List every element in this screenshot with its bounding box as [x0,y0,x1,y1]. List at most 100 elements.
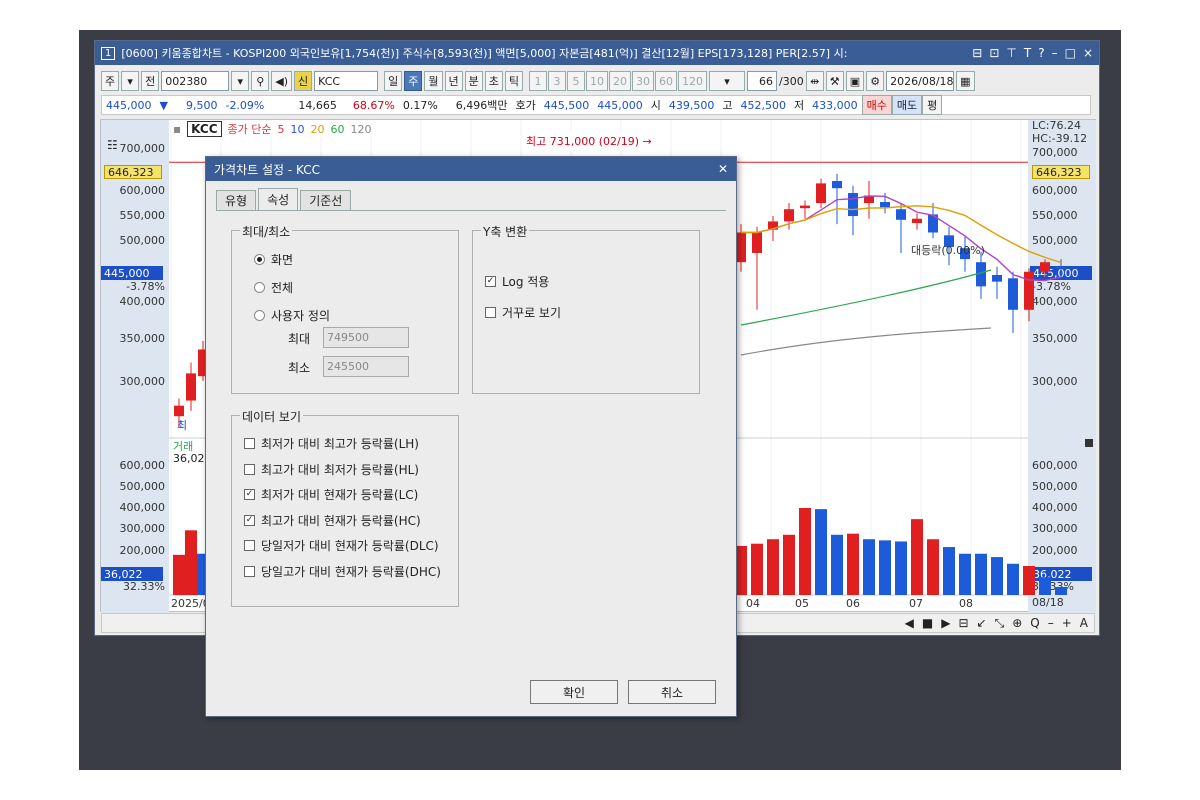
statusbar-tool-2-icon[interactable]: ▶ [941,616,950,631]
calendar-icon[interactable]: ▦ [956,71,975,91]
option-label: 최저가 대비 현재가 등락률(LC) [261,488,419,502]
window-control-2-icon[interactable]: ⊤ [1006,46,1016,60]
save-icon[interactable]: ▣ [845,71,865,91]
search-icon[interactable]: ⚲ [251,71,270,91]
checkbox-icon[interactable] [244,540,255,551]
yopts-item-1[interactable]: 거꾸로 보기 [485,304,561,321]
window-control-6-icon[interactable]: □ [1065,46,1076,60]
x-label-0: 2025/0 [171,597,210,610]
minmax-option-1[interactable]: 전체 [254,279,293,296]
dataopts-item-2[interactable]: ✓ 최저가 대비 현재가 등락률(LC) [244,486,418,503]
dropdown-icon[interactable]: ▾ [121,71,140,91]
period-button-0[interactable]: 일 [384,71,403,91]
yopts-item-0[interactable]: ✓ Log 적용 [485,273,549,290]
statusbar-tool-10-icon[interactable]: A [1080,616,1088,631]
dataopts-item-0[interactable]: 최저가 대비 최고가 등락률(LH) [244,435,419,452]
statusbar-tool-9-icon[interactable]: + [1062,616,1072,631]
stock-code-input[interactable]: 002380 [161,71,230,91]
count-total: /300 [779,74,804,88]
window-control-3-icon[interactable]: T [1024,46,1031,60]
interval-buttons: 1 3 5 10 20 30 60 120 [529,71,708,91]
buy-button[interactable]: 매수 [861,95,892,115]
interval-dropdown[interactable]: ▾ [709,71,746,91]
interval-button-5[interactable]: 5 [567,71,586,91]
window-control-0-icon[interactable]: ⊟ [972,46,982,60]
window-control-7-icon[interactable]: × [1083,46,1093,60]
stock-name-field[interactable]: KCC [314,71,379,91]
checkbox-icon[interactable] [244,565,255,577]
statusbar-tool-1-icon[interactable]: ■ [922,616,933,631]
candle-body [832,181,842,189]
cancel-button[interactable]: 취소 [628,680,716,704]
checkbox-icon[interactable]: ✓ [485,276,496,287]
minmax-option-2[interactable]: 사용자 정의 [254,307,330,324]
low-annotation: 최 [177,419,188,432]
eval-button[interactable]: 평 [922,95,943,115]
date-input[interactable]: 2026/08/18 [886,71,955,91]
zoom-icon[interactable]: ⇹ [805,71,824,91]
rise-annotation: 대등락(0.00%) [911,244,985,257]
period-button-4[interactable]: 분 [464,71,483,91]
interval-button-30[interactable]: 30 [632,71,655,91]
down-arrow-icon: ▼ [159,98,168,112]
market-select[interactable]: 주 [101,71,120,91]
volume-close-icon[interactable] [1085,439,1093,447]
period-button-6[interactable]: 틱 [504,71,524,91]
close-icon[interactable]: ✕ [718,162,728,176]
interval-button-3[interactable]: 3 [548,71,567,91]
radio-icon[interactable] [254,310,265,321]
interval-button-20[interactable]: 20 [609,71,632,91]
new-badge[interactable]: 신 [294,71,313,91]
tab-0[interactable]: 유형 [216,190,257,210]
statusbar-tool-5-icon[interactable]: ⤡ [995,616,1005,631]
checkbox-icon[interactable] [244,438,255,449]
window-control-1-icon[interactable]: ⊡ [989,46,999,60]
statusbar-tool-8-icon[interactable]: – [1048,616,1054,631]
window-control-4-icon[interactable]: ? [1038,46,1044,60]
tool-icon[interactable]: ⚒ [825,71,844,91]
ma-period-10: 10 [290,122,305,136]
radio-icon[interactable] [254,282,265,293]
statusbar-tool-6-icon[interactable]: ⊕ [1012,616,1022,631]
statusbar-tool-3-icon[interactable]: ⊟ [958,616,968,631]
count-input[interactable]: 66 [747,71,778,91]
period-button-3[interactable]: 년 [444,71,463,91]
statusbar-tool-7-icon[interactable]: Q [1030,616,1039,631]
dataopts-item-3[interactable]: ✓ 최고가 대비 현재가 등락률(HC) [244,512,421,529]
tab-2[interactable]: 기준선 [300,190,352,210]
ok-button[interactable]: 확인 [530,680,618,704]
minmax-option-0[interactable]: 화면 [254,251,293,268]
min-input[interactable]: 245500 [323,356,409,377]
interval-button-10[interactable]: 10 [586,71,609,91]
prev-button[interactable]: 전 [141,71,160,91]
interval-button-60[interactable]: 60 [655,71,678,91]
period-button-1[interactable]: 주 [404,71,423,91]
checkbox-icon[interactable]: ✓ [244,489,255,500]
window-control-5-icon[interactable]: – [1052,46,1058,60]
period-button-5[interactable]: 초 [484,71,503,91]
dataopts-item-4[interactable]: 당일저가 대비 현재가 등락률(DLC) [244,537,439,554]
statusbar-tool-0-icon[interactable]: ◀ [905,616,914,631]
code-dropdown-icon[interactable]: ▾ [231,71,250,91]
ma-period-20: 20 [310,122,325,136]
speaker-icon[interactable]: ◀) [271,71,293,91]
interval-button-1[interactable]: 1 [529,71,548,91]
y-axis-group: Y축 변환 ✓ Log 적용 거꾸로 보기 [472,223,700,394]
gear-icon[interactable]: ⚙ [866,71,885,91]
period-button-2[interactable]: 월 [424,71,443,91]
radio-icon[interactable] [254,254,265,265]
checkbox-icon[interactable] [485,307,496,318]
statusbar-tool-4-icon[interactable]: ↙ [977,616,987,631]
dataopts-item-5[interactable]: 당일고가 대비 현재가 등락률(DHC) [244,563,441,580]
option-label: 당일저가 대비 현재가 등락률(DLC) [261,539,439,553]
legend-bullet-icon: ▪ [173,122,182,136]
ask-price: 445,500 [543,98,590,112]
sell-button[interactable]: 매도 [891,95,923,115]
interval-button-120[interactable]: 120 [678,71,708,91]
checkbox-icon[interactable]: ✓ [244,514,255,526]
tab-1[interactable]: 속성 [258,188,299,210]
max-input[interactable]: 749500 [323,327,409,348]
dataopts-item-1[interactable]: 최고가 대비 최저가 등락률(HL) [244,461,419,478]
option-label: 최저가 대비 최고가 등락률(LH) [261,437,419,451]
checkbox-icon[interactable] [244,463,255,475]
